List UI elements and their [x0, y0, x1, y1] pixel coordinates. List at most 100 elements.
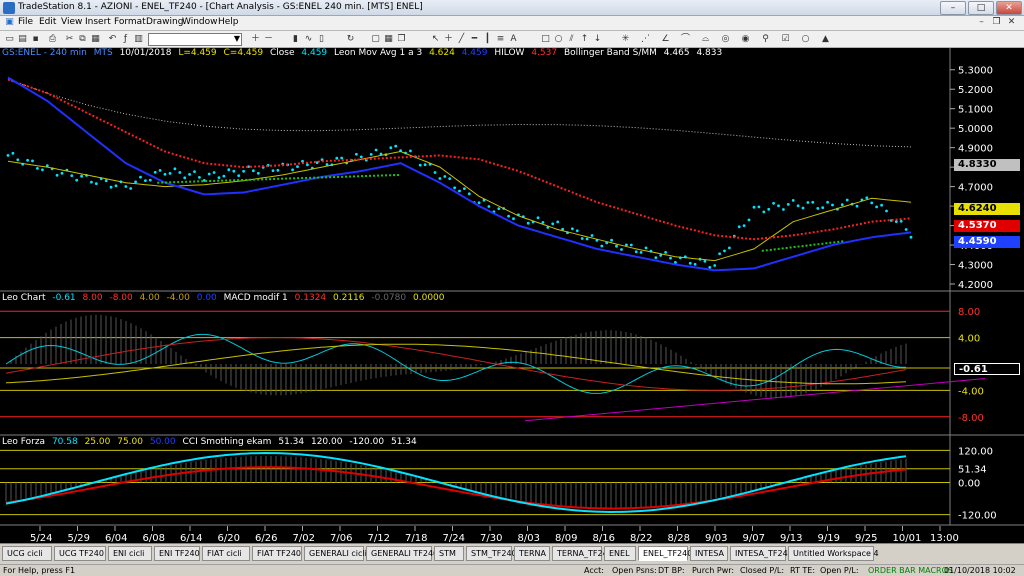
maximize-button[interactable]: □: [968, 1, 994, 15]
speed-icon[interactable]: ∠: [660, 34, 671, 45]
menu-drawing[interactable]: Drawing: [146, 17, 183, 27]
menu-format[interactable]: Format: [114, 17, 146, 27]
chart-window-icon[interactable]: ▣: [4, 17, 15, 28]
price-point: [463, 187, 466, 191]
arrow-down-icon[interactable]: ↓: [592, 34, 603, 45]
child-restore-icon[interactable]: ❐: [991, 17, 1002, 28]
tab-intesa-tf240[interactable]: INTESA_TF240: [730, 546, 793, 561]
child-minimize-icon[interactable]: –: [976, 17, 987, 28]
tab-terna[interactable]: TERNA: [514, 546, 550, 561]
price-point: [124, 185, 128, 188]
symbol-input[interactable]: ▼: [148, 33, 242, 46]
date-axis-label: 8/16: [593, 533, 615, 543]
line-chart-icon[interactable]: ∿: [303, 34, 314, 45]
tab-intesa[interactable]: INTESA: [690, 546, 728, 561]
vline-icon[interactable]: ┃: [482, 34, 493, 45]
price-point: [777, 204, 780, 208]
time-zone-icon[interactable]: ◉: [740, 34, 751, 45]
price-point: [443, 175, 447, 178]
menu-help[interactable]: Help: [218, 17, 239, 27]
p3-cci-label: CCI Smothing ekam: [182, 437, 272, 447]
price-point: [41, 168, 44, 172]
p3-v2: 25.00: [84, 437, 111, 447]
bar-chart-icon[interactable]: ▮: [290, 34, 301, 45]
panel2-header: Leo Chart -0.61 8.00 -8.00 4.00 -4.00 0.…: [2, 293, 449, 303]
menu-window[interactable]: Window: [182, 17, 218, 27]
pitchfork-icon[interactable]: ⚲: [760, 34, 771, 45]
fan-icon[interactable]: ⋰: [640, 34, 651, 45]
child-close-icon[interactable]: ✕: [1006, 17, 1017, 28]
tab-generali-tf240[interactable]: GENERALI TF240: [366, 546, 438, 561]
pointer-icon[interactable]: ↖: [430, 34, 441, 45]
candle-icon[interactable]: ▯: [316, 34, 327, 45]
save-icon[interactable]: ▪: [30, 34, 41, 45]
chart-icon[interactable]: ▥: [133, 34, 144, 45]
open-icon[interactable]: ▤: [17, 34, 28, 45]
status-acct: Acct:: [584, 566, 604, 575]
tab-stm-tf240[interactable]: STM_TF240: [466, 546, 517, 561]
print-icon[interactable]: ⎙: [47, 34, 58, 45]
circle-icon[interactable]: ○: [800, 34, 811, 45]
cycle-icon[interactable]: ⌒: [680, 34, 691, 45]
marker-icon[interactable]: ▲: [820, 34, 831, 45]
tab-ucg-tf240[interactable]: UCG TF240: [54, 546, 106, 561]
zoom-out-icon[interactable]: －: [263, 34, 274, 45]
price-point: [168, 172, 172, 175]
menu-file[interactable]: File: [18, 17, 33, 27]
price-point: [55, 173, 59, 177]
tab-stm[interactable]: STM: [434, 546, 464, 561]
tab-enel[interactable]: ENEL: [604, 546, 636, 561]
date-axis-label: 8/03: [518, 533, 540, 543]
arrow-up-icon[interactable]: ↑: [579, 34, 590, 45]
tab-enel-tf240[interactable]: ENEL_TF240: [638, 546, 692, 561]
menu-view[interactable]: View: [61, 17, 82, 27]
tab-ucg-cicli[interactable]: UCG cicli: [2, 546, 52, 561]
hline-icon[interactable]: ━: [469, 34, 480, 45]
text-icon[interactable]: A: [508, 34, 519, 45]
copy-icon[interactable]: ⧉: [77, 34, 88, 45]
ellipse-icon[interactable]: ○: [553, 34, 564, 45]
chart-area[interactable]: 5.30005.20005.10005.00004.90004.80004.70…: [0, 48, 1024, 543]
price-axis-label: 5.0000: [958, 124, 993, 135]
tile-icon[interactable]: ▦: [383, 34, 394, 45]
insert-indicator-icon[interactable]: ƒ: [120, 34, 131, 45]
gann-icon[interactable]: ✳: [620, 34, 631, 45]
tab-untitled-workspace-4[interactable]: Untitled Workspace 4: [788, 546, 879, 561]
p1-bb-label: Bollinger Band S/MM: [563, 48, 657, 58]
p1-date: 10/01/2018: [119, 48, 172, 58]
price-point: [786, 203, 790, 206]
cut-icon[interactable]: ✂: [64, 34, 75, 45]
price-point: [742, 224, 746, 228]
price-point: [639, 251, 643, 254]
menu-edit[interactable]: Edit: [39, 17, 56, 27]
rectangle-icon[interactable]: □: [540, 34, 551, 45]
crosshair-icon[interactable]: ＋: [443, 34, 454, 45]
cascade-icon[interactable]: ❐: [396, 34, 407, 45]
tab-fiat-tf240[interactable]: FIAT TF240: [252, 546, 302, 561]
tab-eni-cicli[interactable]: ENI cicli: [108, 546, 152, 561]
price-point: [737, 225, 741, 229]
trendline-icon[interactable]: ╱: [456, 34, 467, 45]
tab-terna-tf240[interactable]: TERNA_TF240: [552, 546, 613, 561]
tab-fiat-cicli[interactable]: FIAT cicli: [202, 546, 250, 561]
paste-icon[interactable]: ▦: [90, 34, 101, 45]
new-icon[interactable]: ▭: [4, 34, 15, 45]
chevron-down-icon[interactable]: ▼: [234, 34, 240, 43]
zoom-in-icon[interactable]: ＋: [250, 34, 261, 45]
menu-insert[interactable]: Insert: [85, 17, 111, 27]
minimize-button[interactable]: –: [940, 1, 966, 15]
checkbox-icon[interactable]: ☑: [780, 34, 791, 45]
fibonacci-icon[interactable]: ≡: [495, 34, 506, 45]
tab-generali-cicli[interactable]: GENERALI cicli: [304, 546, 367, 561]
close-button[interactable]: ✕: [996, 1, 1022, 15]
arc-icon[interactable]: ⌓: [700, 34, 711, 45]
refresh-icon[interactable]: ↻: [345, 34, 356, 45]
undo-icon[interactable]: ↶: [107, 34, 118, 45]
p2-macd-v3: -0.0780: [371, 293, 407, 303]
window-icon[interactable]: ▢: [370, 34, 381, 45]
series-line-bollinger-band-s-mm: [7, 76, 912, 272]
tab-eni-tf240[interactable]: ENI TF240: [154, 546, 200, 561]
channel-icon[interactable]: ⫽: [566, 34, 577, 45]
price-point: [880, 203, 883, 207]
spiral-icon[interactable]: ◎: [720, 34, 731, 45]
